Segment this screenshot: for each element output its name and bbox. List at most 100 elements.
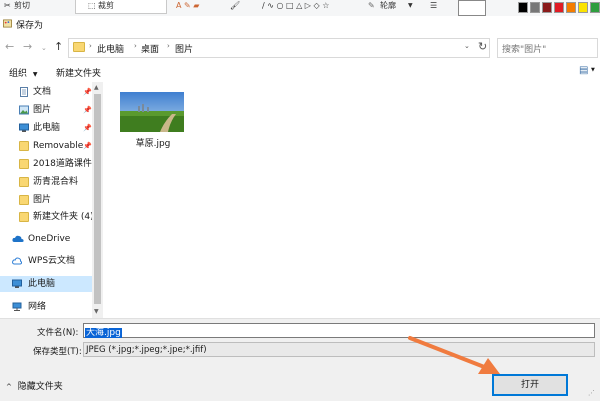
back-arrow-icon[interactable]: ← — [5, 40, 14, 53]
chevron-down-icon: ▼ — [408, 2, 413, 9]
sidebar-item-label: WPS云文档 — [28, 256, 76, 266]
folder-icon — [19, 212, 29, 222]
refresh-icon[interactable]: ↻ — [478, 40, 487, 53]
breadcrumb-separator-icon: › — [167, 42, 170, 50]
scroll-thumb[interactable] — [94, 94, 101, 304]
breadcrumb-segment[interactable]: 此电脑 — [97, 42, 124, 55]
search-placeholder: 搜索"图片" — [502, 45, 547, 55]
up-arrow-icon[interactable]: ↑ — [54, 40, 63, 53]
sidebar-item-label: 图片 — [33, 105, 52, 115]
sidebar-item-network[interactable]: 网络 — [0, 299, 92, 315]
sidebar-item-this-pc[interactable]: 此电脑 — [0, 276, 92, 292]
swatch-black[interactable] — [518, 2, 528, 13]
breadcrumb-separator-icon: › — [134, 42, 137, 50]
sidebar-item-folder[interactable]: 图片 — [0, 192, 92, 208]
outline-label[interactable]: 轮廓 — [380, 0, 396, 14]
hide-folders-toggle[interactable]: ^ 隐藏文件夹 — [6, 379, 63, 392]
sidebar-item-label: 2018道路课件 — [33, 159, 92, 169]
resize-grip-icon[interactable]: ⋰ — [588, 389, 595, 397]
sidebar-scrollbar[interactable]: ▲ ▼ — [92, 82, 103, 318]
sidebar-item-label: 此电脑 — [28, 279, 56, 289]
filetype-label: 保存类型(T): — [33, 347, 82, 357]
paint-ribbon-strip: ✂ 剪切 ⬚ 裁剪 A ✎ ▰ 🖌 ∕ ∿ ○ □ △ ▷ ◇ ☆ ✎ 轮廓 ▼… — [0, 0, 600, 17]
line-size-icon[interactable]: ☰ — [430, 0, 437, 14]
sidebar-item-label: OneDrive — [28, 234, 71, 244]
folder-icon — [19, 141, 29, 151]
sidebar-item-this-pc-quick[interactable]: 此电脑 📌 — [0, 120, 92, 136]
swatch-yellow[interactable] — [578, 2, 588, 13]
cloud-icon — [12, 235, 24, 242]
swatch-gray[interactable] — [530, 2, 540, 13]
sidebar-item-label: 图片 — [33, 195, 52, 205]
chevron-down-icon: ▼ — [32, 71, 38, 78]
chevron-down-icon[interactable]: ▼ — [591, 67, 595, 73]
filename-input[interactable]: 大海.jpg — [83, 323, 595, 338]
network-icon — [12, 302, 22, 311]
swatch-green[interactable] — [590, 2, 600, 13]
save-form-panel: 文件名(N): 大海.jpg 保存类型(T): JPEG (*.jpg;*.jp… — [0, 318, 600, 401]
crop-icon[interactable]: ⬚ — [88, 0, 96, 14]
scroll-up-icon[interactable]: ▲ — [94, 84, 99, 91]
pin-icon: 📌 — [83, 124, 92, 132]
file-item[interactable]: 草原.jpg — [118, 90, 188, 152]
computer-icon — [12, 279, 22, 288]
sidebar-item-folder[interactable]: 沥青混合料 — [0, 174, 92, 190]
sidebar-item-wps-cloud[interactable]: WPS云文档 — [0, 253, 92, 269]
navigation-row: ← → ⌄ ↑ › 此电脑 › 桌面 › 图片 ⌄ ↻ 搜索"图片" — [0, 35, 600, 59]
shapes-gallery[interactable]: ∕ ∿ ○ □ △ ▷ ◇ ☆ — [262, 0, 329, 14]
new-folder-button[interactable]: 新建文件夹 — [56, 66, 101, 79]
sidebar-item-folder[interactable]: 2018道路课件 — [0, 156, 92, 172]
chevron-down-icon[interactable]: ⌄ — [464, 42, 470, 50]
sidebar-item-onedrive[interactable]: OneDrive — [0, 231, 92, 247]
computer-icon — [19, 123, 29, 132]
pictures-icon — [19, 105, 29, 115]
folder-icon — [19, 159, 29, 169]
swatch-red[interactable] — [554, 2, 564, 13]
search-input[interactable]: 搜索"图片" — [497, 38, 598, 58]
color-1-box[interactable] — [458, 0, 486, 16]
folder-icon — [19, 195, 29, 205]
pencil-tools-icon[interactable]: A ✎ ▰ — [176, 0, 199, 14]
outline-icon[interactable]: ✎ — [368, 0, 375, 14]
scissors-icon[interactable]: ✂ — [4, 0, 11, 14]
navigation-pane: 文档 📌 图片 📌 此电脑 📌 Removable 📌 2018道路课件 沥青混… — [0, 82, 104, 318]
sidebar-item-folder[interactable]: 新建文件夹 (4) — [0, 209, 94, 225]
forward-arrow-icon[interactable]: → — [23, 40, 32, 53]
address-bar[interactable]: › 此电脑 › 桌面 › 图片 ⌄ ↻ — [68, 38, 490, 58]
hide-folders-label: 隐藏文件夹 — [17, 382, 63, 392]
breadcrumb-segment[interactable]: 图片 — [175, 42, 193, 55]
scroll-down-icon[interactable]: ▼ — [94, 308, 99, 315]
filename-value: 大海.jpg — [85, 328, 122, 338]
folder-icon — [73, 42, 85, 52]
filename-label: 文件名(N): — [37, 328, 79, 338]
file-thumbnail — [120, 92, 184, 132]
brush-icon[interactable]: 🖌 — [230, 0, 240, 14]
title-bar: 保存为 — [0, 16, 600, 32]
sidebar-item-label: 网络 — [28, 302, 47, 312]
swatch-darkred[interactable] — [542, 2, 552, 13]
sidebar-item-label: Removable — [33, 141, 84, 151]
filetype-value: JPEG (*.jpg;*.jpeg;*.jpe;*.jfif) — [86, 345, 207, 355]
breadcrumb-segment[interactable]: 桌面 — [141, 42, 159, 55]
pin-icon: 📌 — [83, 106, 92, 114]
crop-label[interactable]: 裁剪 — [98, 0, 114, 14]
chevron-up-icon: ^ — [6, 383, 12, 391]
sidebar-item-pictures[interactable]: 图片 📌 — [0, 102, 92, 118]
open-button[interactable]: 打开 — [492, 374, 568, 396]
sidebar-item-label: 沥青混合料 — [33, 177, 79, 187]
sidebar-item-label: 新建文件夹 (4) — [33, 212, 94, 222]
organize-button[interactable]: 组织 ▼ — [9, 66, 38, 79]
filetype-select[interactable]: JPEG (*.jpg;*.jpeg;*.jpe;*.jfif) — [83, 342, 595, 357]
sidebar-item-removable[interactable]: Removable 📌 — [0, 138, 92, 154]
sidebar-item-label: 文档 — [33, 87, 52, 97]
breadcrumb-separator-icon: › — [89, 42, 92, 50]
sidebar-item-documents[interactable]: 文档 📌 — [0, 84, 92, 100]
wps-cloud-icon — [12, 257, 22, 265]
cut-label[interactable]: 剪切 — [14, 0, 30, 14]
swatch-orange[interactable] — [566, 2, 576, 13]
file-name: 草原.jpg — [135, 139, 171, 149]
recent-chevron-icon[interactable]: ⌄ — [41, 44, 47, 52]
paint-app-icon — [3, 19, 12, 28]
view-options-icon[interactable]: ▤ — [579, 65, 588, 76]
sidebar-item-label: 此电脑 — [33, 123, 61, 133]
